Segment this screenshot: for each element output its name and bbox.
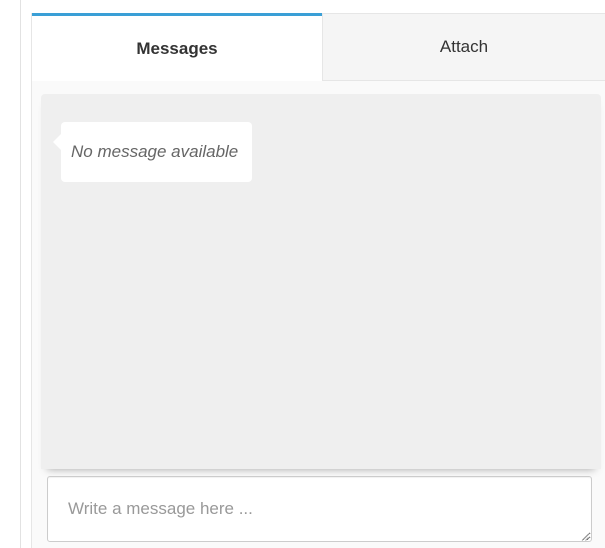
left-sidebar-edge [0, 0, 21, 548]
message-list: No message available [41, 94, 601, 469]
message-input[interactable] [47, 476, 592, 542]
tab-messages-label: Messages [136, 38, 218, 58]
empty-message-bubble: No message available [52, 122, 253, 182]
tab-messages[interactable]: Messages [32, 13, 322, 81]
tab-attach[interactable]: Attach [322, 13, 605, 81]
empty-message-text: No message available [71, 142, 239, 161]
tab-attach-label: Attach [439, 37, 489, 56]
messages-panel: Messages Attach No message available [31, 13, 605, 548]
tab-bar: Messages Attach [32, 13, 605, 81]
